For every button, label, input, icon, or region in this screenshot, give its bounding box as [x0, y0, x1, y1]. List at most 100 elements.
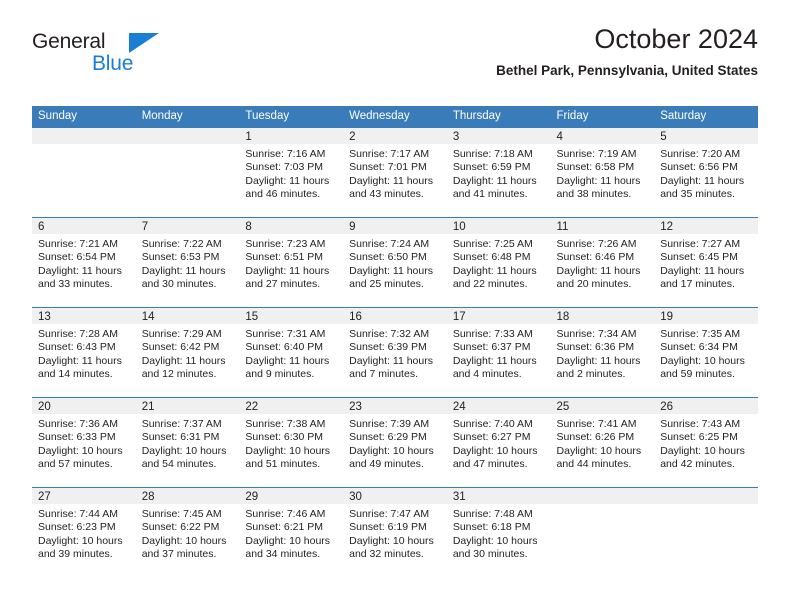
- general-blue-logo[interactable]: General Blue: [32, 30, 162, 80]
- calendar-day-cell[interactable]: 17 Sunrise: 7:33 AM Sunset: 6:37 PM Dayligh…: [446, 307, 551, 398]
- sunrise-time: Sunrise: 7:22 AM: [141, 238, 222, 250]
- calendar-day-cell[interactable]: 9 Sunrise: 7:24 AM Sunset: 6:50 PM Daylight…: [343, 217, 447, 308]
- day-cell-details: Sunrise: 7:38 AM Sunset: 6:30 PM Daylight:…: [239, 414, 343, 472]
- calendar-day-cell[interactable]: 12 Sunrise: 7:27 AM Sunset: 6:45 PM Dayligh…: [654, 217, 758, 308]
- weekday-header-wednesday: Wednesday: [343, 106, 447, 128]
- daylight-duration-line1: Daylight: 11 hours: [556, 264, 641, 277]
- calendar-day-cell[interactable]: 27 Sunrise: 7:44 AM Sunset: 6:23 PM Dayligh…: [32, 487, 136, 577]
- day-cell-details: Sunrise: 7:23 AM Sunset: 6:51 PM Daylight:…: [239, 234, 343, 292]
- daylight-duration-line1: Daylight: 10 hours: [349, 444, 434, 457]
- daylight-duration-line1: Daylight: 11 hours: [245, 174, 330, 187]
- day-number: 10: [446, 218, 551, 234]
- daylight-duration-line2: and 33 minutes.: [38, 278, 113, 291]
- day-cell-inner: 23 Sunrise: 7:39 AM Sunset: 6:29 PM Dayligh…: [343, 398, 447, 487]
- sunset-time: Sunset: 6:56 PM: [660, 161, 738, 174]
- sunset-time: Sunset: 6:39 PM: [349, 341, 427, 354]
- sunrise-time: Sunrise: 7:18 AM: [452, 148, 533, 160]
- calendar-day-cell[interactable]: 22 Sunrise: 7:38 AM Sunset: 6:30 PM Dayligh…: [239, 397, 344, 488]
- sunset-time: Sunset: 6:42 PM: [141, 341, 220, 354]
- calendar-day-cell-empty: [135, 127, 240, 218]
- sunrise-time: Sunrise: 7:25 AM: [452, 238, 533, 250]
- calendar-day-cell[interactable]: 23 Sunrise: 7:39 AM Sunset: 6:29 PM Dayligh…: [343, 397, 447, 488]
- calendar-day-cell[interactable]: 6 Sunrise: 7:21 AM Sunset: 6:54 PM Daylight…: [32, 217, 136, 308]
- sunrise-sunset-calendar: Sunday Monday Tuesday Wednesday Thursday…: [32, 106, 758, 577]
- day-cell-inner: 6 Sunrise: 7:21 AM Sunset: 6:54 PM Daylight…: [32, 218, 136, 307]
- day-cell-details: Sunrise: 7:25 AM Sunset: 6:48 PM Daylight:…: [447, 234, 551, 292]
- day-number: 18: [550, 308, 655, 324]
- calendar-day-cell[interactable]: 31 Sunrise: 7:48 AM Sunset: 6:18 PM Dayligh…: [446, 487, 551, 577]
- calendar-day-cell[interactable]: 2 Sunrise: 7:17 AM Sunset: 7:01 PM Daylight…: [343, 127, 447, 218]
- daylight-duration-line1: Daylight: 10 hours: [141, 534, 227, 547]
- daylight-duration-line1: Daylight: 11 hours: [349, 354, 433, 367]
- daylight-duration-line2: and 20 minutes.: [556, 278, 632, 291]
- calendar-day-cell[interactable]: 16 Sunrise: 7:32 AM Sunset: 6:39 PM Dayligh…: [343, 307, 447, 398]
- daylight-duration-line1: Daylight: 10 hours: [141, 444, 227, 457]
- day-number: 9: [343, 218, 447, 234]
- daylight-duration-line2: and 27 minutes.: [245, 278, 321, 291]
- daylight-duration-line1: Daylight: 11 hours: [141, 354, 226, 367]
- calendar-day-cell[interactable]: 20 Sunrise: 7:36 AM Sunset: 6:33 PM Dayligh…: [32, 397, 136, 488]
- daylight-duration-line1: Daylight: 11 hours: [452, 354, 537, 367]
- sunrise-time: Sunrise: 7:27 AM: [660, 238, 741, 250]
- day-cell-details: Sunrise: 7:36 AM Sunset: 6:33 PM Daylight:…: [32, 414, 136, 472]
- calendar-day-cell[interactable]: 25 Sunrise: 7:41 AM Sunset: 6:26 PM Dayligh…: [550, 397, 655, 488]
- day-cell-inner: 15 Sunrise: 7:31 AM Sunset: 6:40 PM Dayligh…: [239, 308, 344, 397]
- day-cell-inner: 27 Sunrise: 7:44 AM Sunset: 6:23 PM Dayligh…: [32, 488, 136, 577]
- weekday-header-tuesday: Tuesday: [239, 106, 344, 128]
- sunrise-time: Sunrise: 7:47 AM: [349, 508, 430, 520]
- daylight-duration-line1: Daylight: 11 hours: [38, 264, 122, 277]
- day-cell-details: Sunrise: 7:24 AM Sunset: 6:50 PM Daylight:…: [343, 234, 447, 292]
- calendar-day-cell[interactable]: 26 Sunrise: 7:43 AM Sunset: 6:25 PM Dayligh…: [654, 397, 758, 488]
- sunset-time: Sunset: 6:50 PM: [349, 251, 427, 264]
- daylight-duration-line1: Daylight: 11 hours: [245, 354, 330, 367]
- calendar-day-cell[interactable]: 30 Sunrise: 7:47 AM Sunset: 6:19 PM Dayligh…: [343, 487, 447, 577]
- sunset-time: Sunset: 6:36 PM: [556, 341, 635, 354]
- daylight-duration-line2: and 43 minutes.: [349, 188, 424, 201]
- day-cell-details: Sunrise: 7:29 AM Sunset: 6:42 PM Daylight:…: [136, 324, 240, 382]
- calendar-day-cell[interactable]: 28 Sunrise: 7:45 AM Sunset: 6:22 PM Dayligh…: [135, 487, 240, 577]
- calendar-day-cell[interactable]: 18 Sunrise: 7:34 AM Sunset: 6:36 PM Dayligh…: [550, 307, 655, 398]
- calendar-week-row: 13 Sunrise: 7:28 AM Sunset: 6:43 PM Dayligh…: [32, 307, 758, 398]
- calendar-day-cell[interactable]: 3 Sunrise: 7:18 AM Sunset: 6:59 PM Daylight…: [446, 127, 551, 218]
- calendar-day-cell[interactable]: 7 Sunrise: 7:22 AM Sunset: 6:53 PM Daylight…: [135, 217, 240, 308]
- sunrise-time: Sunrise: 7:29 AM: [141, 328, 222, 340]
- day-cell-inner: 28 Sunrise: 7:45 AM Sunset: 6:22 PM Dayligh…: [135, 488, 240, 577]
- calendar-day-cell[interactable]: 1 Sunrise: 7:16 AM Sunset: 7:03 PM Daylight…: [239, 127, 344, 218]
- sunset-time: Sunset: 6:43 PM: [38, 341, 116, 354]
- daylight-duration-line2: and 2 minutes.: [556, 368, 626, 381]
- day-cell-inner: [550, 488, 655, 577]
- day-cell-details: Sunrise: 7:17 AM Sunset: 7:01 PM Daylight:…: [343, 144, 447, 202]
- daylight-duration-line1: Daylight: 10 hours: [452, 534, 538, 547]
- calendar-day-cell[interactable]: 8 Sunrise: 7:23 AM Sunset: 6:51 PM Daylight…: [239, 217, 344, 308]
- calendar-day-cell[interactable]: 5 Sunrise: 7:20 AM Sunset: 6:56 PM Daylight…: [654, 127, 758, 218]
- sunset-time: Sunset: 6:19 PM: [349, 521, 427, 534]
- day-cell-inner: 29 Sunrise: 7:46 AM Sunset: 6:21 PM Dayligh…: [239, 488, 344, 577]
- day-number: 6: [32, 218, 136, 234]
- day-cell-inner: 26 Sunrise: 7:43 AM Sunset: 6:25 PM Dayligh…: [654, 398, 758, 487]
- calendar-day-cell[interactable]: 11 Sunrise: 7:26 AM Sunset: 6:46 PM Dayligh…: [550, 217, 655, 308]
- calendar-day-cell[interactable]: 4 Sunrise: 7:19 AM Sunset: 6:58 PM Daylight…: [550, 127, 655, 218]
- sunrise-time: Sunrise: 7:35 AM: [660, 328, 741, 340]
- calendar-day-cell[interactable]: 13 Sunrise: 7:28 AM Sunset: 6:43 PM Dayligh…: [32, 307, 136, 398]
- sunset-time: Sunset: 6:18 PM: [452, 521, 531, 534]
- daylight-duration-line1: Daylight: 11 hours: [245, 264, 330, 277]
- sunrise-time: Sunrise: 7:21 AM: [38, 238, 118, 250]
- calendar-day-cell[interactable]: 19 Sunrise: 7:35 AM Sunset: 6:34 PM Dayligh…: [654, 307, 758, 398]
- calendar-day-cell[interactable]: 14 Sunrise: 7:29 AM Sunset: 6:42 PM Dayligh…: [135, 307, 240, 398]
- calendar-day-cell[interactable]: 15 Sunrise: 7:31 AM Sunset: 6:40 PM Dayligh…: [239, 307, 344, 398]
- calendar-day-cell[interactable]: 21 Sunrise: 7:37 AM Sunset: 6:31 PM Dayligh…: [135, 397, 240, 488]
- sunset-time: Sunset: 7:01 PM: [349, 161, 427, 174]
- day-number: 27: [32, 488, 136, 504]
- calendar-day-cell[interactable]: 29 Sunrise: 7:46 AM Sunset: 6:21 PM Dayligh…: [239, 487, 344, 577]
- daylight-duration-line2: and 32 minutes.: [349, 548, 424, 561]
- calendar-day-cell[interactable]: 24 Sunrise: 7:40 AM Sunset: 6:27 PM Dayligh…: [446, 397, 551, 488]
- sunset-time: Sunset: 6:59 PM: [452, 161, 531, 174]
- calendar-day-cell[interactable]: 10 Sunrise: 7:25 AM Sunset: 6:48 PM Dayligh…: [446, 217, 551, 308]
- day-number: 26: [654, 398, 758, 414]
- daylight-duration-line2: and 30 minutes.: [452, 548, 528, 561]
- sunset-time: Sunset: 6:29 PM: [349, 431, 427, 444]
- daylight-duration-line2: and 25 minutes.: [349, 278, 424, 291]
- page-header: General Blue October 2024 Bethel Park, P…: [32, 22, 758, 96]
- weekday-header-friday: Friday: [550, 106, 655, 128]
- day-cell-inner: 2 Sunrise: 7:17 AM Sunset: 7:01 PM Daylight…: [343, 128, 447, 217]
